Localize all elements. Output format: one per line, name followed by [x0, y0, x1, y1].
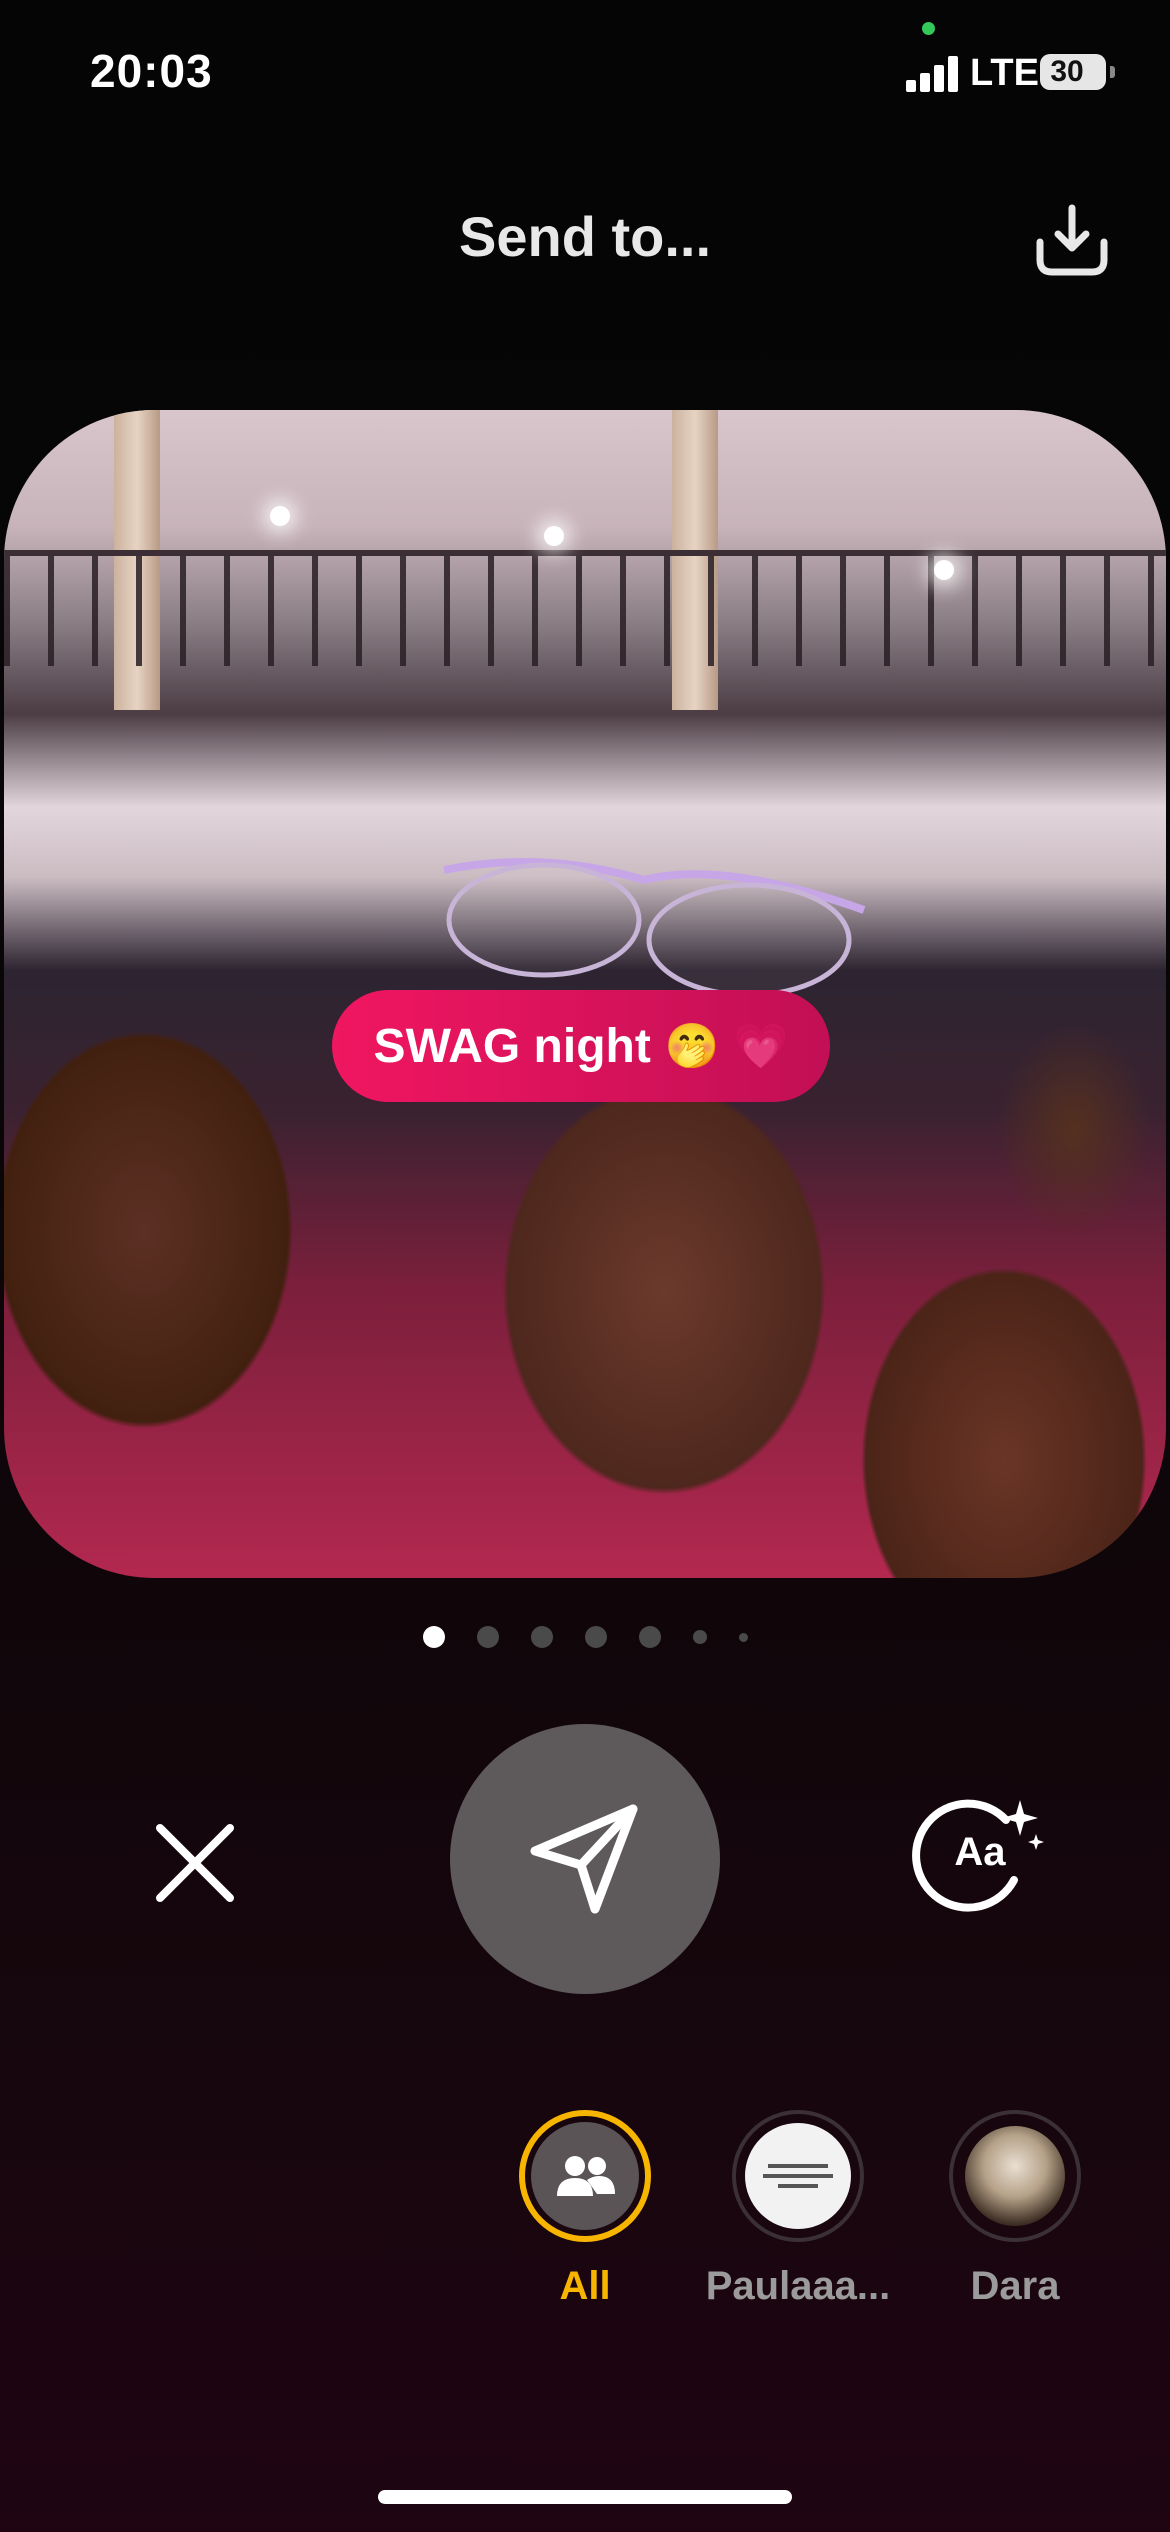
page-dot	[638, 1626, 661, 1648]
background-balcony	[4, 550, 1166, 666]
network-type: LTE	[970, 52, 1039, 94]
page-dot	[692, 1630, 707, 1644]
emoji-growing-heart: 💗	[733, 1022, 789, 1071]
emoji-hand-over-mouth: 🤭	[664, 1022, 720, 1071]
page-title: Send to...	[459, 205, 711, 268]
recipient-avatar-ring	[732, 2110, 864, 2242]
page-dot	[738, 1632, 748, 1642]
recipient-dara[interactable]: Dara	[920, 2110, 1110, 2309]
avatar	[965, 2126, 1065, 2226]
recipient-avatar-ring	[949, 2110, 1081, 2242]
send-button[interactable]	[450, 1724, 720, 1994]
recipient-label: Paulaaa...	[705, 2264, 891, 2308]
signal-icon	[906, 54, 966, 92]
page-dot	[584, 1626, 607, 1648]
sticker-text: SWAG night	[373, 1019, 651, 1073]
camera-indicator-dot	[922, 22, 935, 35]
text-effect-label: Aa	[954, 1830, 1006, 1874]
status-time: 20:03	[90, 45, 213, 97]
page-indicator	[0, 1622, 1170, 1652]
home-indicator	[378, 2490, 792, 2504]
page-dot	[422, 1626, 445, 1648]
recipient-label: All	[559, 2264, 611, 2308]
send-icon	[530, 1804, 638, 1914]
page-dot	[476, 1626, 499, 1648]
recipient-avatar-ring	[519, 2110, 651, 2242]
recipient-all[interactable]: All	[490, 2110, 680, 2309]
battery-level: 30	[1050, 55, 1084, 88]
battery-tip	[1110, 66, 1115, 78]
close-icon[interactable]	[150, 1818, 240, 1908]
recipient-paula[interactable]: Paulaaa...	[703, 2110, 893, 2309]
caption-sticker[interactable]: SWAG night 🤭 💗	[332, 990, 830, 1102]
avatar	[745, 2123, 851, 2229]
ceiling-light	[934, 560, 954, 580]
group-icon	[531, 2122, 639, 2230]
ceiling-light	[270, 506, 290, 526]
ceiling-light	[544, 526, 564, 546]
battery-icon: 30	[1040, 54, 1106, 90]
page-dot	[530, 1626, 553, 1648]
download-icon[interactable]	[1030, 198, 1114, 282]
text-effect-button[interactable]: Aa	[910, 1792, 1050, 1912]
recipient-label: Dara	[970, 2264, 1060, 2308]
